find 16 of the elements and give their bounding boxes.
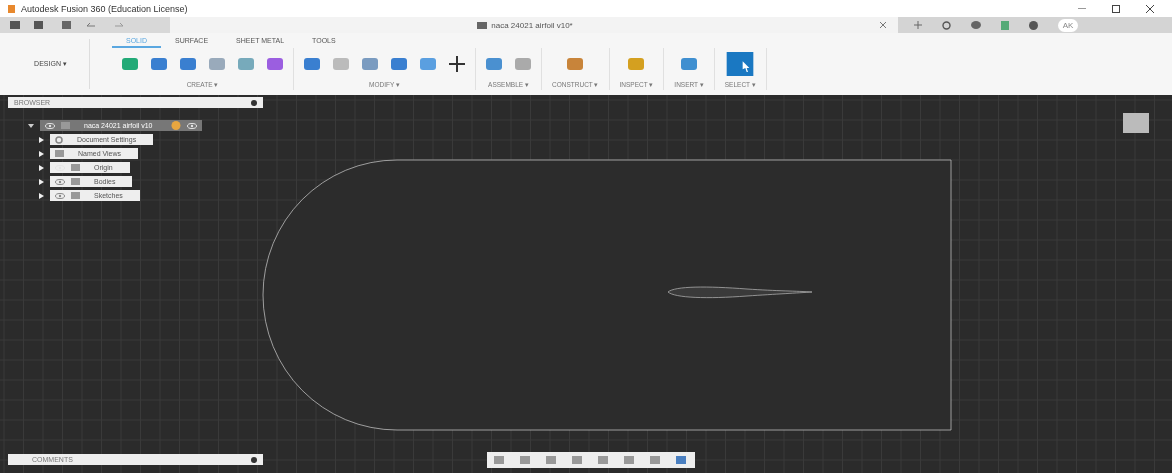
- close-tab-icon[interactable]: [880, 22, 886, 28]
- refresh-icon[interactable]: [942, 20, 951, 30]
- eye-icon[interactable]: [55, 178, 65, 185]
- move-icon[interactable]: [447, 55, 467, 73]
- user-avatar[interactable]: AK: [1058, 18, 1078, 32]
- eye-icon[interactable]: [55, 192, 65, 199]
- document-tab-title[interactable]: naca 24021 airfoil v10*: [491, 20, 573, 30]
- window-title: Autodesk Fusion 360 (Education License): [21, 3, 189, 14]
- close-icon[interactable]: [1146, 4, 1154, 13]
- collapse-arrow-icon[interactable]: [28, 122, 34, 129]
- minimize-icon[interactable]: [1078, 7, 1086, 10]
- app-logo-icon: [8, 4, 15, 13]
- cursor-icon[interactable]: [726, 52, 755, 76]
- gear-icon: [55, 135, 63, 144]
- restore-icon[interactable]: [1112, 4, 1120, 13]
- plus-icon[interactable]: [914, 21, 922, 29]
